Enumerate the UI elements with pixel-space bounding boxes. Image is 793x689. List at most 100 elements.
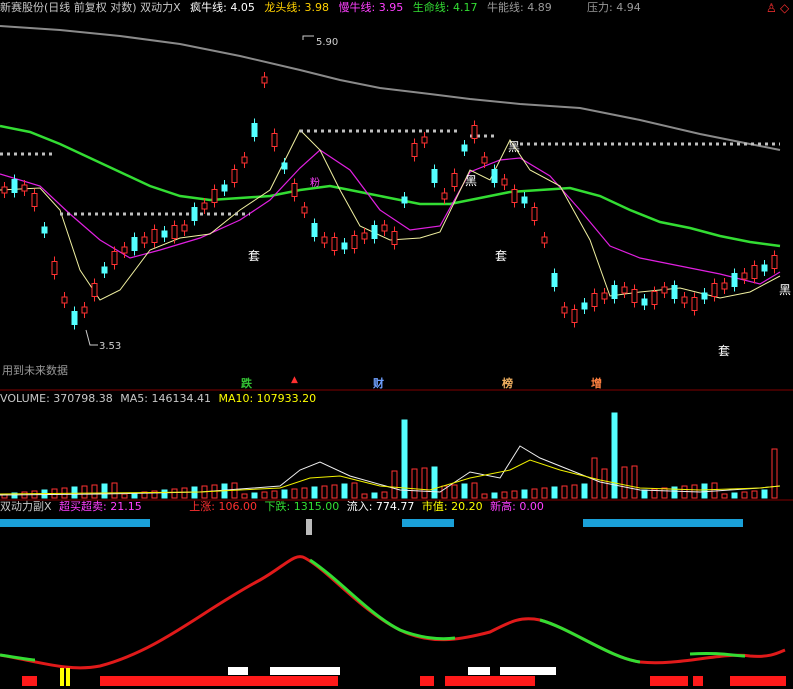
volume-bar (541, 487, 548, 499)
indicator-bar (60, 668, 64, 686)
candle-body (731, 273, 738, 287)
candle-body (601, 292, 608, 300)
volume-bar (311, 486, 318, 499)
candle-body (771, 255, 778, 269)
candle-body (251, 123, 258, 137)
candle-body (721, 282, 728, 290)
volume-value: VOLUME: 370798.38 (0, 392, 113, 405)
indicator-bar (22, 676, 37, 686)
double-power-curve (0, 555, 786, 670)
marker-bang: 榜 (502, 377, 513, 390)
volume-bar (281, 489, 288, 499)
candle-body (421, 136, 428, 144)
hei-label-1: 黑 (465, 174, 478, 188)
volume-bar (641, 489, 648, 499)
volume-bar (701, 483, 708, 499)
pressure-curve (0, 25, 781, 151)
volume-bar (581, 483, 588, 499)
candle-body (21, 184, 28, 192)
candle-body (161, 230, 168, 238)
tao-label-2: 套 (495, 249, 508, 263)
candle-body (621, 286, 628, 294)
candle-body (181, 224, 188, 232)
candle-body (471, 125, 478, 139)
down-label: 下跌: (264, 500, 291, 513)
indicator-bar (300, 676, 338, 686)
candle-body (491, 169, 498, 183)
volume-bar (91, 484, 98, 499)
volume-bar (461, 483, 468, 499)
candle-body (481, 156, 488, 164)
volume-bar (271, 490, 278, 499)
candle-body (51, 261, 58, 275)
future-data-notice: 用到未来数据 (2, 364, 68, 377)
market-cap-value: 20.20 (451, 500, 483, 513)
candle-body (571, 309, 578, 323)
indicator-bar (100, 676, 300, 686)
indicator-bar (468, 667, 490, 675)
candle-body (81, 306, 88, 314)
candle-body (391, 231, 398, 245)
candle-body (631, 289, 638, 303)
volume-bar (631, 465, 638, 499)
candle-body (11, 179, 18, 193)
candle-body (121, 246, 128, 254)
volume-bar (401, 419, 408, 499)
volume-bar (471, 482, 478, 499)
marker-cai: 财 (373, 377, 384, 390)
candle-body (221, 184, 228, 192)
candle-body (111, 251, 118, 265)
indicator-bar (445, 676, 535, 686)
volume-bar (101, 483, 108, 499)
oversold-value: 21.15 (110, 500, 142, 513)
hei-label-2: 黑 (508, 140, 521, 154)
candle-body (31, 193, 38, 207)
volume-bar (371, 492, 378, 499)
volume-ma10: MA10: 107933.20 (218, 392, 317, 405)
candle-body (501, 178, 508, 186)
oversold-label: 超买超卖: (59, 500, 107, 513)
volume-bar (741, 491, 748, 499)
candle-body (441, 192, 448, 200)
volume-bar (241, 493, 248, 499)
tao-label-3: 套 (718, 344, 731, 358)
candle-body (171, 225, 178, 239)
candle-body (241, 156, 248, 164)
candle-body (261, 76, 268, 84)
market-cap-label: 市值: (421, 500, 448, 513)
dotted-levels (0, 129, 780, 216)
candle-body (61, 296, 68, 304)
candle-body (641, 298, 648, 306)
volume-bar (321, 485, 328, 499)
candle-body (581, 302, 588, 310)
volume-bar (181, 487, 188, 499)
volume-bar (761, 489, 768, 499)
new-high-value: 0.00 (519, 500, 544, 513)
up-value: 106.00 (218, 500, 257, 513)
volume-bar (71, 486, 78, 499)
indicator-bar (730, 676, 786, 686)
volume-ma5: MA5: 146134.41 (120, 392, 211, 405)
new-high-label: 新高: (490, 500, 516, 513)
candle-body (361, 232, 368, 240)
volume-bar (451, 484, 458, 499)
volume-bar (721, 493, 728, 499)
volume-bar (531, 488, 538, 499)
double-power-curve-falling (0, 558, 746, 664)
volume-bar (411, 468, 418, 499)
volume-bar (421, 467, 428, 499)
indicator-bars (22, 667, 786, 686)
candle-body (201, 202, 208, 210)
volume-bar (731, 492, 738, 499)
fen-label: 粉 (310, 178, 320, 189)
candle-body (691, 297, 698, 311)
volume-bar (571, 484, 578, 499)
candle-body (661, 286, 668, 294)
candle-body (681, 296, 688, 304)
signal-bar-2 (306, 519, 312, 535)
marker-zeng: 增 (591, 377, 602, 390)
candle-body (371, 225, 378, 239)
indicator-bar (420, 676, 434, 686)
indicator-bar (693, 676, 703, 686)
candle-body (401, 196, 408, 204)
